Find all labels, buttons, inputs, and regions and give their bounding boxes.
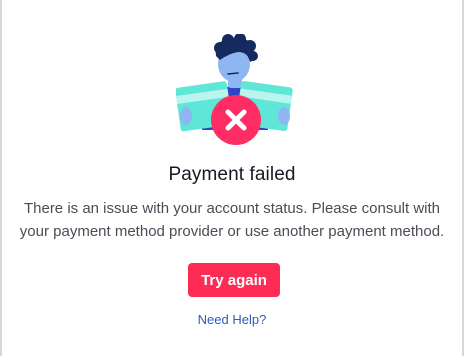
payment-failed-dialog: Payment failed There is an issue with yo… — [0, 0, 464, 356]
dialog-title: Payment failed — [168, 164, 296, 185]
dialog-message: There is an issue with your account stat… — [19, 200, 445, 240]
need-help-link[interactable]: Need Help? — [0, 312, 464, 327]
try-again-button[interactable]: Try again — [188, 263, 280, 297]
payment-failed-illustration-icon — [175, 33, 294, 152]
